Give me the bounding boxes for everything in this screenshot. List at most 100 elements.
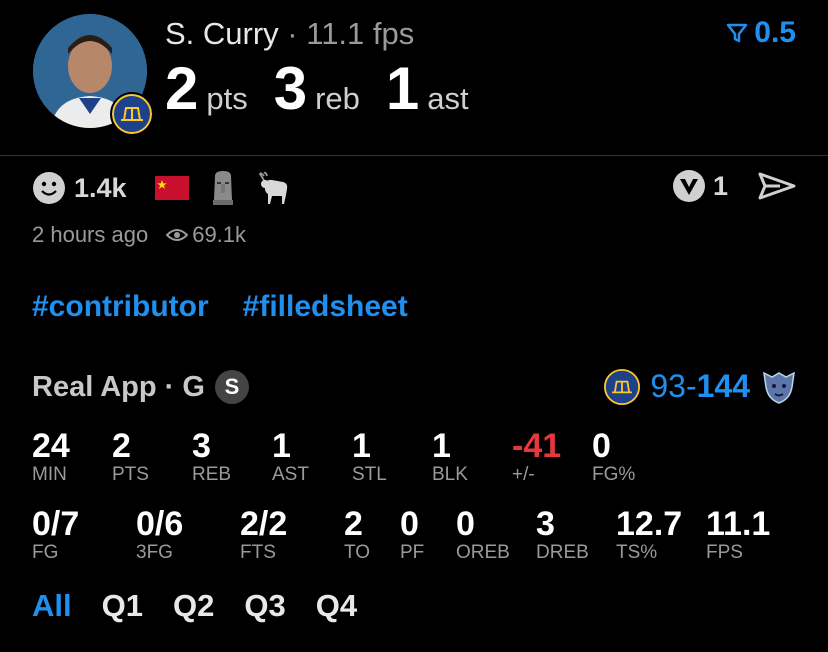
stat-label: PTS [112,464,149,485]
stat-value: 2 [344,505,363,543]
stat-value: 1 [352,427,371,465]
stat-fps: 11.1 FPS [706,506,770,564]
game-score[interactable]: 93-144 [604,368,798,405]
stat-3fg: 0/6 3FG [136,506,183,564]
player-name[interactable]: S. Curry [165,16,279,51]
player-fps: 11.1 fps [306,16,415,51]
warriors-logo-icon [110,92,154,136]
stat-value: 12.7 [616,505,683,543]
post-time: 2 hours ago [32,222,149,247]
stat-value: 3 [192,427,211,465]
away-score: 144 [696,368,750,404]
stat-min: 24 MIN [32,428,70,486]
tag-contributor[interactable]: #contributor [32,290,209,324]
moai-icon[interactable] [209,170,237,206]
pts-value: 2 [165,55,199,122]
goat-icon[interactable] [257,170,293,206]
stat-label: +/- [512,464,535,485]
stat-label: BLK [432,464,468,485]
post-meta: 2 hours ago 69.1k [32,222,246,248]
warriors-logo-icon [604,368,641,405]
stat-fts: 2/2 FTS [240,506,287,564]
china-flag-icon[interactable] [154,176,189,200]
share-icon[interactable] [756,168,798,204]
game-app-label: Real App · G [32,370,205,403]
pts-label: pts [206,81,248,116]
smiley-count: 1.4k [74,172,127,203]
stat-value: 1 [272,427,291,465]
vote-count: 1 [712,170,728,201]
stat-value: 2/2 [240,505,288,543]
stat-value: 0/6 [136,505,184,543]
stat-value: 3 [536,505,555,543]
stat-label: FTS [240,542,276,563]
stat-value: 1 [432,427,451,465]
view-count: 69.1k [192,222,247,247]
post-actions: 1 [671,168,798,204]
home-score: 93 [650,368,686,404]
view-count-wrap: 69.1k [166,222,246,248]
stat-label: OREB [456,542,510,563]
tab-all[interactable]: All [32,588,72,624]
filter-icon [727,23,748,43]
game-source: Real App · G S [32,370,249,404]
ast-value: 1 [385,55,420,122]
tab-q2[interactable]: Q2 [173,588,214,624]
stat-label: FPS [706,542,743,563]
quarter-tabs: All Q1 Q2 Q3 Q4 [32,588,357,624]
stat-label: FG% [592,464,636,485]
stat-fg: 0/7 FG [32,506,79,564]
stat-blk: 1 BLK [432,428,468,486]
name-separator: · [278,16,307,51]
tab-q4[interactable]: Q4 [316,588,357,624]
tab-q1[interactable]: Q1 [102,588,143,624]
stat-fg-pct: 0 FG% [592,428,635,486]
stat-label: 3FG [136,542,173,563]
stat-ast: 1 AST [272,428,309,486]
grizzlies-logo-icon [763,371,795,404]
stat-value: 0 [400,505,419,543]
stat-stl: 1 STL [352,428,387,486]
stat-to: 2 TO [344,506,370,564]
smiley-icon [33,172,65,204]
eye-icon [166,229,189,241]
player-name-row: S. Curry · 11.1 fps [165,16,414,52]
stat-pts: 2 PTS [112,428,149,486]
stat-label: TO [344,542,371,563]
stat-pf: 0 PF [400,506,424,564]
status-badge: S [214,370,249,404]
summary-stats: 2 pts 3 reb 1 ast [165,54,495,123]
score-dash: - [685,368,697,404]
filter-button[interactable]: 0.5 [726,16,796,50]
stat-value: -41 [512,427,562,465]
divider [0,155,828,156]
stat-label: REB [192,464,232,485]
vote-icon [672,170,705,202]
tab-q3[interactable]: Q3 [244,588,285,624]
ast-label: ast [427,81,469,116]
vote-button[interactable]: 1 [671,168,728,204]
stat-value: 11.1 [706,505,771,543]
smiley-reaction[interactable]: 1.4k [32,171,127,205]
stat-label: AST [272,464,309,485]
filter-value: 0.5 [754,16,796,49]
stat-label: MIN [32,464,67,485]
stat-value: 24 [32,427,70,465]
tag-filledsheet[interactable]: #filledsheet [243,290,408,324]
stat-value: 2 [112,427,131,465]
stat-reb: 3 REB [192,428,231,486]
stat-label: STL [352,464,387,485]
stat-value: 0/7 [32,505,80,543]
stat-label: FG [32,542,59,563]
stat-oreb: 0 OREB [456,506,510,564]
reactions-row: 1.4k [32,170,293,206]
stat-label: PF [400,542,425,563]
reb-label: reb [315,81,360,116]
stat-plus-minus: -41 +/- [512,428,561,486]
stat-ts-pct: 12.7 TS% [616,506,682,564]
hashtags: #contributor #filledsheet [32,290,408,324]
stat-label: TS% [616,542,658,563]
stat-value: 0 [592,427,611,465]
stat-label: DREB [536,542,589,563]
reb-value: 3 [273,55,308,122]
